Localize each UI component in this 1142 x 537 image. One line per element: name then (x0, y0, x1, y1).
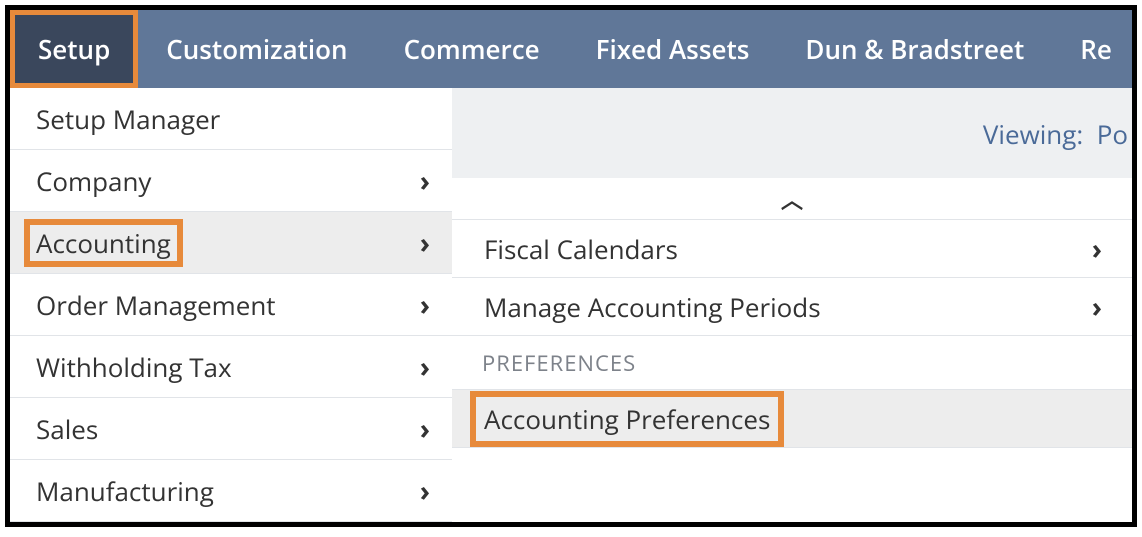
chevron-up-icon: ︿ (781, 183, 803, 215)
submenu-label: Fiscal Calendars (484, 231, 678, 267)
submenu-manage-accounting-periods[interactable]: Manage Accounting Periods › (452, 278, 1132, 336)
accounting-submenu: ︿ Fiscal Calendars › Manage Accounting P… (452, 178, 1132, 448)
chevron-right-icon: › (1092, 288, 1102, 326)
nav-label: Setup (38, 31, 110, 67)
nav-customization[interactable]: Customization (138, 10, 375, 88)
nav-label: Re (1080, 31, 1112, 67)
submenu-label: Accounting Preferences (484, 401, 770, 437)
main-navbar: Setup Customization Commerce Fixed Asset… (10, 10, 1132, 88)
nav-fixed-assets[interactable]: Fixed Assets (568, 10, 778, 88)
chevron-right-icon: › (420, 224, 430, 262)
menu-label: Company (36, 163, 151, 199)
submenu-accounting-preferences[interactable]: Accounting Preferences (452, 390, 1132, 448)
menu-company[interactable]: Company › (10, 150, 452, 212)
menu-setup-manager[interactable]: Setup Manager (10, 88, 452, 150)
nav-commerce[interactable]: Commerce (376, 10, 568, 88)
submenu-fiscal-calendars[interactable]: Fiscal Calendars › (452, 220, 1132, 278)
chevron-right-icon: › (420, 410, 430, 448)
chevron-right-icon: › (420, 162, 430, 200)
chevron-right-icon: › (420, 348, 430, 386)
nav-dun-bradstreet[interactable]: Dun & Bradstreet (777, 10, 1052, 88)
nav-truncated[interactable]: Re (1052, 10, 1132, 88)
menu-order-management[interactable]: Order Management › (10, 274, 452, 336)
nav-label: Customization (166, 31, 347, 67)
nav-label: Commerce (404, 31, 540, 67)
menu-label: Order Management (36, 287, 276, 323)
menu-label: Sales (36, 411, 98, 447)
viewing-prefix: Viewing: (983, 116, 1083, 152)
submenu-scroll-up[interactable]: ︿ (452, 178, 1132, 220)
chevron-right-icon: › (420, 472, 430, 510)
nav-label: Dun & Bradstreet (805, 31, 1024, 67)
section-header-label: PREFERENCES (482, 348, 636, 378)
app-frame: Setup Customization Commerce Fixed Asset… (5, 5, 1137, 527)
menu-withholding-tax[interactable]: Withholding Tax › (10, 336, 452, 398)
viewing-value: Po (1097, 116, 1128, 152)
menu-accounting[interactable]: Accounting › (10, 212, 452, 274)
menu-sales[interactable]: Sales › (10, 398, 452, 460)
nav-setup[interactable]: Setup (10, 10, 138, 88)
menu-label: Manufacturing (36, 473, 214, 509)
menu-label: Accounting (36, 225, 171, 261)
submenu-section-header: PREFERENCES (452, 336, 1132, 390)
menu-label: Withholding Tax (36, 349, 232, 385)
menu-manufacturing[interactable]: Manufacturing › (10, 460, 452, 522)
setup-dropdown: Setup Manager Company › Accounting › Ord… (10, 88, 452, 522)
nav-label: Fixed Assets (596, 31, 750, 67)
submenu-label: Manage Accounting Periods (484, 289, 821, 325)
chevron-right-icon: › (420, 286, 430, 324)
menu-label: Setup Manager (36, 101, 220, 137)
chevron-right-icon: › (1092, 230, 1102, 268)
